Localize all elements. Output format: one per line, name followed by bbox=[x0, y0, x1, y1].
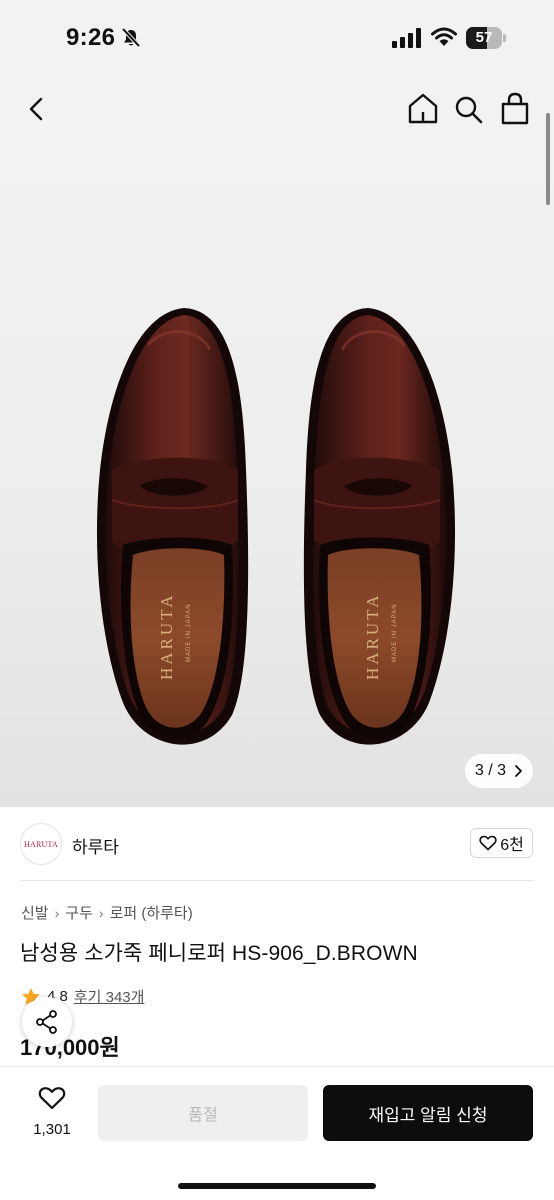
brand-name[interactable]: 하루타 bbox=[72, 833, 119, 858]
insole-logo-left: HARUTA bbox=[157, 593, 176, 680]
heart-icon bbox=[38, 1087, 66, 1110]
chevron-right-icon bbox=[515, 765, 522, 777]
divider bbox=[20, 880, 534, 881]
breadcrumb-item[interactable]: 신발 bbox=[21, 902, 49, 923]
chevron-right-icon: › bbox=[54, 904, 60, 921]
signal-icon bbox=[392, 28, 422, 53]
share-button[interactable] bbox=[22, 997, 72, 1047]
brand-like-button[interactable]: 6천 bbox=[470, 828, 533, 858]
home-icon bbox=[408, 93, 438, 124]
scrollbar-thumb[interactable] bbox=[546, 113, 550, 205]
search-button[interactable] bbox=[452, 90, 486, 128]
insole-sub-right: MADE IN JAPAN bbox=[392, 603, 398, 662]
home-button[interactable] bbox=[404, 90, 442, 128]
breadcrumb: 신발 › 구두 › 로퍼 (하루타) bbox=[21, 902, 193, 923]
counter-separator: / bbox=[488, 762, 493, 779]
review-link[interactable]: 후기 343개 bbox=[74, 986, 145, 1007]
image-counter-text: 3 / 3 bbox=[475, 762, 506, 780]
cart-button[interactable] bbox=[497, 90, 533, 128]
chevron-left-icon bbox=[29, 97, 43, 121]
restock-alert-button[interactable]: 재입고 알림 신청 bbox=[323, 1085, 533, 1141]
insole-logo-right: HARUTA bbox=[363, 593, 382, 680]
bottom-action-bar: 1,301 품절 재입고 알림 신청 bbox=[0, 1066, 554, 1200]
brand-row[interactable]: HARUTA 하루타 6천 bbox=[0, 807, 554, 881]
brand-logo[interactable]: HARUTA bbox=[20, 823, 62, 865]
left-shoe: HARUTA MADE IN JAPAN bbox=[96, 308, 249, 745]
shopping-bag-icon bbox=[501, 92, 529, 125]
soldout-button: 품절 bbox=[98, 1085, 308, 1141]
breadcrumb-item[interactable]: 로퍼 (하루타) bbox=[110, 902, 193, 923]
wishlist-button[interactable]: 1,301 bbox=[26, 1085, 78, 1147]
brand-like-count: 6천 bbox=[500, 837, 524, 854]
wifi-icon bbox=[431, 27, 457, 52]
status-bar: 9:26 57 bbox=[0, 0, 554, 76]
counter-total: 3 bbox=[497, 762, 507, 779]
bell-slash-icon bbox=[120, 27, 142, 54]
status-time: 9:26 bbox=[66, 24, 116, 51]
share-icon bbox=[36, 1010, 57, 1034]
search-icon bbox=[455, 96, 483, 124]
battery-level: 57 bbox=[475, 29, 493, 46]
product-image-gallery[interactable]: HARUTA MADE IN JAPAN HARUTA MADE IN JAPA… bbox=[0, 140, 554, 807]
heart-icon bbox=[479, 835, 497, 851]
chevron-right-icon: › bbox=[98, 904, 104, 921]
breadcrumb-item[interactable]: 구두 bbox=[65, 902, 93, 923]
wishlist-count: 1,301 bbox=[33, 1121, 71, 1138]
right-shoe: HARUTA MADE IN JAPAN bbox=[303, 308, 456, 745]
insole-sub-left: MADE IN JAPAN bbox=[186, 603, 192, 662]
product-title: 남성용 소가죽 페니로퍼 HS-906_D.BROWN bbox=[20, 942, 418, 965]
image-counter[interactable]: 3 / 3 bbox=[465, 754, 533, 788]
top-navigation bbox=[0, 76, 554, 140]
battery-icon: 57 bbox=[466, 27, 506, 49]
counter-current: 3 bbox=[474, 762, 484, 779]
battery-body: 57 bbox=[466, 27, 502, 49]
loafer-shoes-image: HARUTA MADE IN JAPAN HARUTA MADE IN JAPA… bbox=[96, 308, 456, 745]
back-button[interactable] bbox=[22, 92, 52, 126]
home-indicator[interactable] bbox=[178, 1183, 376, 1189]
battery-cap bbox=[503, 34, 506, 42]
brand-logo-text: HARUTA bbox=[24, 839, 58, 849]
